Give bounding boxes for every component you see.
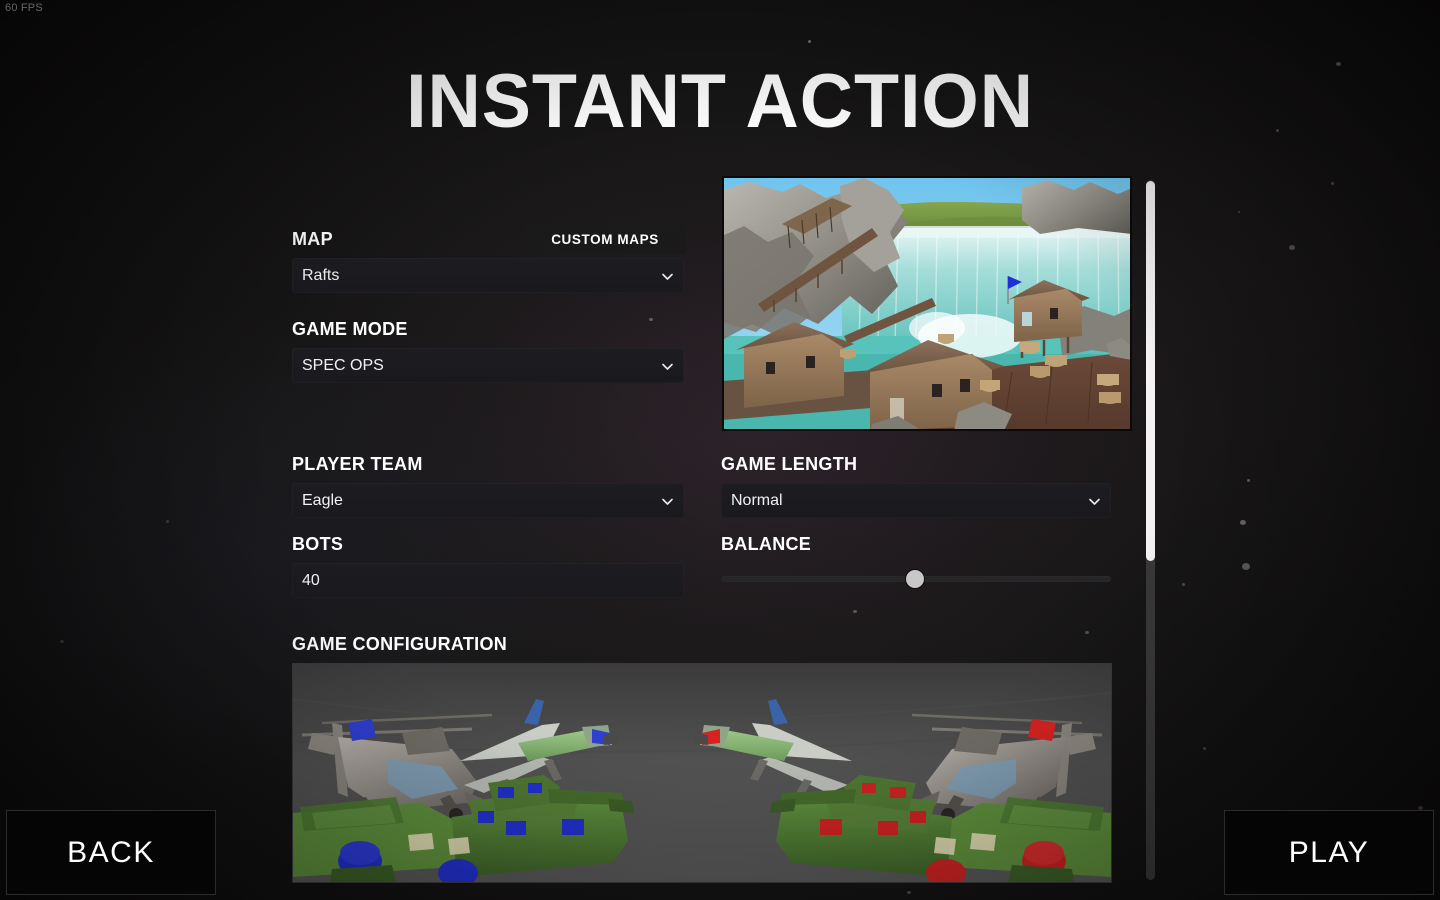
chevron-down-icon: [661, 360, 674, 373]
bots-input-value: 40: [302, 572, 320, 589]
player-team-label: PLAYER TEAM: [292, 454, 423, 474]
custom-maps-button[interactable]: CUSTOM MAPS: [525, 225, 685, 254]
settings-panel: MAP CUSTOM MAPS Rafts GAME MODE SPEC OPS…: [292, 176, 1132, 888]
instant-action-screen: 60 FPS INSTANT ACTION MAP CUSTOM MAPS Ra…: [0, 0, 1440, 900]
chevron-down-icon: [661, 270, 674, 283]
back-button[interactable]: BACK: [6, 810, 216, 895]
balance-label: BALANCE: [721, 534, 812, 554]
map-label: MAP: [292, 229, 333, 249]
game-configuration-label: GAME CONFIGURATION: [292, 634, 508, 654]
player-team-dropdown[interactable]: Eagle: [292, 483, 684, 518]
chevron-down-icon: [1088, 495, 1101, 508]
page-title: INSTANT ACTION: [406, 59, 1034, 144]
map-dropdown[interactable]: Rafts: [292, 258, 684, 293]
map-dropdown-value: Rafts: [302, 267, 340, 284]
game-mode-dropdown[interactable]: SPEC OPS: [292, 348, 684, 383]
game-length-dropdown-value: Normal: [731, 492, 783, 509]
map-preview-image[interactable]: [722, 176, 1132, 431]
balance-slider-handle[interactable]: [906, 570, 924, 588]
player-team-dropdown-value: Eagle: [302, 492, 343, 509]
game-mode-dropdown-value: SPEC OPS: [302, 357, 384, 374]
bots-label: BOTS: [292, 534, 344, 554]
chevron-down-icon: [661, 495, 674, 508]
play-button[interactable]: PLAY: [1224, 810, 1434, 895]
game-length-dropdown[interactable]: Normal: [721, 483, 1111, 518]
fps-counter: 60 FPS: [5, 2, 43, 14]
game-mode-label: GAME MODE: [292, 319, 408, 339]
bots-input[interactable]: 40: [292, 563, 684, 598]
scrollbar-thumb[interactable]: [1146, 181, 1155, 561]
game-configuration-preview[interactable]: [292, 663, 1112, 883]
game-length-label: GAME LENGTH: [721, 454, 858, 474]
